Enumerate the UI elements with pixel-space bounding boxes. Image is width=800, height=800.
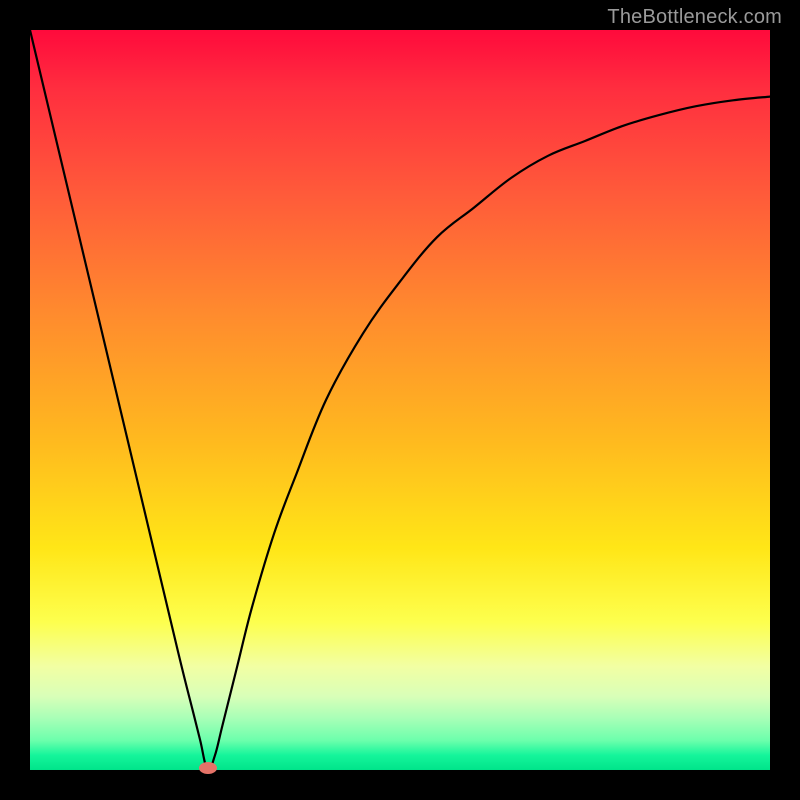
chart-frame: TheBottleneck.com	[0, 0, 800, 800]
watermark-text: TheBottleneck.com	[607, 6, 782, 29]
plot-area	[30, 30, 770, 770]
minimum-marker	[199, 762, 217, 774]
bottleneck-curve	[30, 30, 770, 770]
curve-svg	[30, 30, 770, 770]
